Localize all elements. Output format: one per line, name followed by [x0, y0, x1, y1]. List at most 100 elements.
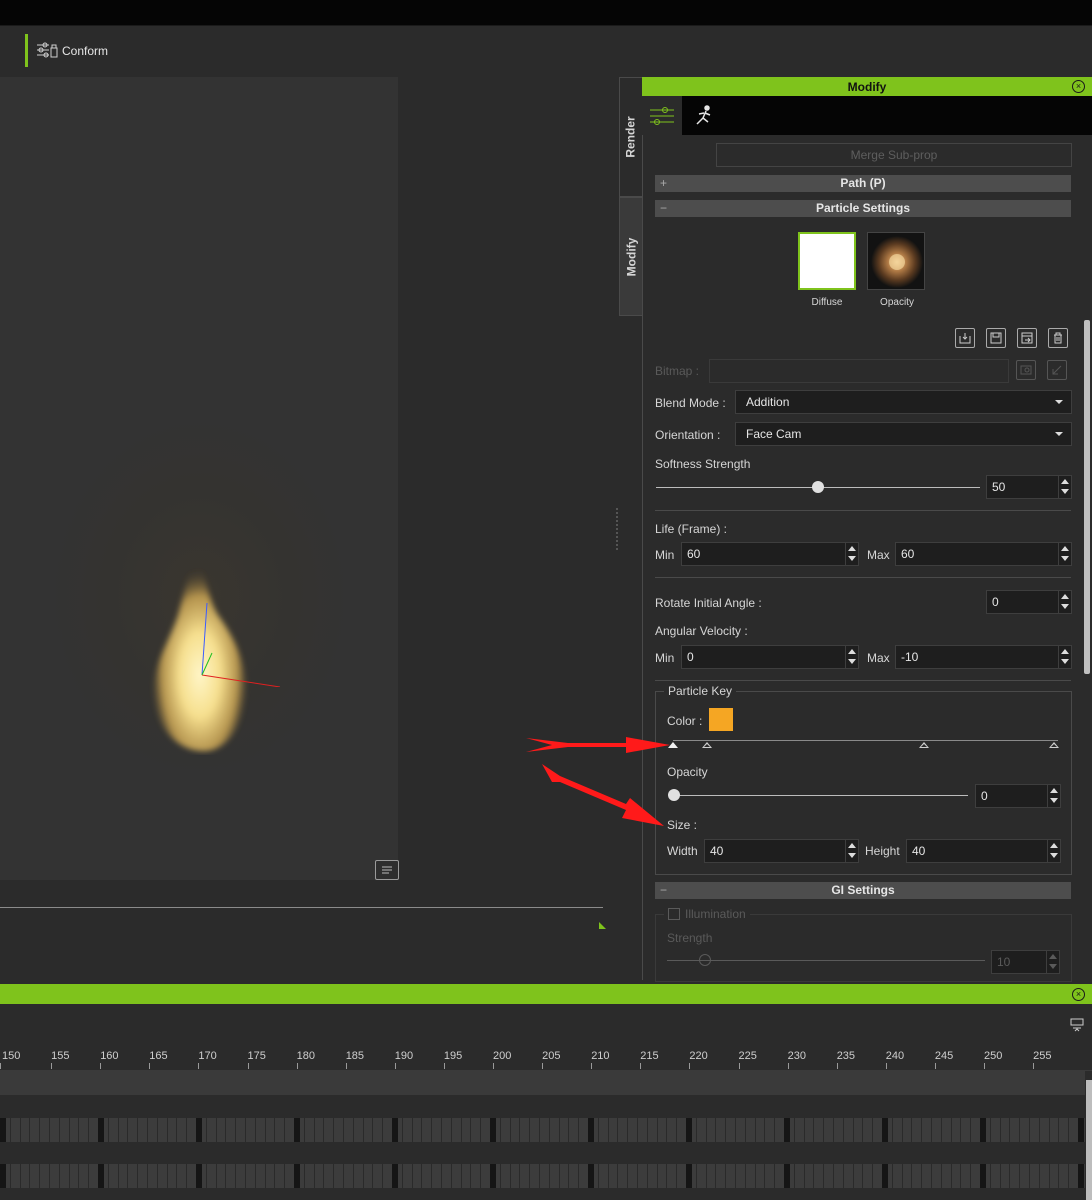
frame-cell [156, 1164, 158, 1188]
tab-modify[interactable]: Modify [619, 197, 643, 316]
delete-icon[interactable] [1048, 328, 1068, 348]
frame-cell [29, 1164, 31, 1188]
color-key-marker[interactable] [919, 742, 929, 748]
frame-cell [1068, 1118, 1070, 1142]
motion-tab-icon[interactable] [684, 96, 724, 135]
frame-cell [705, 1118, 707, 1142]
color-swatch[interactable] [709, 708, 733, 731]
close-icon[interactable]: × [1072, 80, 1085, 93]
life-min-input[interactable]: 60 [681, 542, 859, 566]
timeline-ruler[interactable]: 150 155 160 165 170 175 180 185 190 195 200 205 210 2… [0, 1046, 1092, 1071]
blend-mode-dropdown[interactable]: Addition [735, 390, 1072, 414]
angular-min-input[interactable]: 0 [681, 645, 859, 669]
softness-input[interactable]: 50 [986, 475, 1072, 499]
opacity-input[interactable]: 0 [975, 784, 1061, 808]
frame-cell [166, 1164, 168, 1188]
tab-render[interactable]: Render [619, 77, 643, 197]
gi-settings-header[interactable]: − GI Settings [655, 882, 1071, 899]
ruler-tick-label: 225 [738, 1050, 757, 1062]
frame-cell [166, 1118, 168, 1142]
frame-cell [970, 1164, 972, 1188]
frame-cell [343, 1164, 344, 1188]
merge-sub-prop-button[interactable]: Merge Sub-prop [716, 143, 1072, 167]
frame-cell [1019, 1118, 1021, 1142]
conform-label: Conform [62, 44, 109, 58]
chevron-down-icon [1055, 432, 1063, 436]
strength-slider-knob[interactable] [698, 954, 711, 966]
opacity-slider-track[interactable] [674, 795, 968, 796]
frame-cell [803, 1164, 805, 1188]
frame-cell [225, 1118, 227, 1142]
frame-cell [940, 1118, 942, 1142]
frame-cell [137, 1118, 139, 1142]
frame-cell [19, 1164, 21, 1188]
timeline-scrollbar[interactable] [1086, 1080, 1092, 1200]
frame-cell [646, 1118, 648, 1142]
timeline-key-track[interactable] [0, 1164, 1085, 1188]
save-texture-icon[interactable] [986, 328, 1006, 348]
orientation-dropdown[interactable]: Face Cam [735, 422, 1072, 446]
timeline-toolbar [0, 1004, 1092, 1046]
color-key-marker[interactable] [1049, 742, 1059, 748]
attribute-tab-icon[interactable] [642, 96, 682, 135]
load-texture-icon[interactable] [955, 328, 975, 348]
frame-cell [1029, 1118, 1030, 1142]
divider [655, 510, 1071, 511]
diffuse-texture-slot[interactable] [798, 232, 856, 290]
comment-icon[interactable] [375, 860, 399, 880]
divider [655, 577, 1071, 578]
particle-settings-header[interactable]: − Particle Settings [655, 200, 1071, 217]
width-input[interactable]: 40 [704, 839, 859, 863]
ruler-tick-label: 230 [787, 1050, 806, 1062]
strength-slider-track[interactable] [667, 960, 985, 961]
illumination-title[interactable]: Illumination [664, 907, 750, 921]
launch-editor-icon[interactable] [1017, 328, 1037, 348]
frame-cell [1048, 1118, 1050, 1142]
frame-cell [509, 1118, 511, 1142]
ruler-tick-label: 240 [885, 1050, 905, 1062]
timeline-track[interactable] [0, 1071, 1085, 1095]
frame-cell [725, 1164, 727, 1188]
timeline-track[interactable] [0, 1095, 1085, 1119]
timeline-options-icon[interactable] [1070, 1018, 1084, 1035]
color-key-marker[interactable] [702, 742, 712, 748]
frame-cell [558, 1118, 560, 1142]
frame-cell [0, 1118, 6, 1142]
illumination-checkbox[interactable] [668, 908, 680, 920]
frame-cell [196, 1118, 202, 1142]
resize-corner-icon[interactable] [599, 922, 606, 929]
frame-cell [862, 1164, 864, 1188]
title-bar [0, 0, 1092, 26]
angular-max-input[interactable]: -10 [895, 645, 1072, 669]
browse-bitmap-icon[interactable] [1016, 360, 1036, 380]
path-section-header[interactable]: + Path (P) [655, 175, 1071, 192]
frame-cell [970, 1118, 972, 1142]
timeline-key-track[interactable] [0, 1118, 1085, 1142]
frame-cell [362, 1118, 364, 1142]
frame-cell [215, 1118, 217, 1142]
frame-cell [196, 1164, 202, 1188]
frame-cell [421, 1164, 423, 1188]
frame-cell [58, 1164, 60, 1188]
life-max-input[interactable]: 60 [895, 542, 1072, 566]
opacity-texture-slot[interactable] [867, 232, 925, 290]
softness-slider-knob[interactable] [812, 481, 824, 493]
panel-scrollbar[interactable] [1084, 320, 1090, 674]
close-icon[interactable]: × [1072, 988, 1085, 1001]
conform-button[interactable]: Conform [36, 40, 108, 62]
3d-viewport[interactable] [0, 77, 398, 880]
height-input[interactable]: 40 [906, 839, 1061, 863]
ruler-tick [100, 1063, 102, 1069]
bitmap-path-field[interactable] [709, 359, 1009, 383]
color-key-track[interactable] [673, 740, 1058, 741]
rotate-initial-angle-input[interactable]: 0 [986, 590, 1072, 614]
strength-input[interactable]: 10 [991, 950, 1060, 974]
panel-splitter[interactable] [616, 508, 620, 550]
transform-gizmo[interactable] [195, 597, 285, 687]
frame-cell [127, 1118, 129, 1142]
reset-bitmap-icon[interactable] [1047, 360, 1067, 380]
frame-cell [784, 1118, 790, 1142]
frame-cell [891, 1118, 893, 1142]
timeline-track[interactable] [0, 1142, 1085, 1166]
frame-cell [98, 1118, 104, 1142]
